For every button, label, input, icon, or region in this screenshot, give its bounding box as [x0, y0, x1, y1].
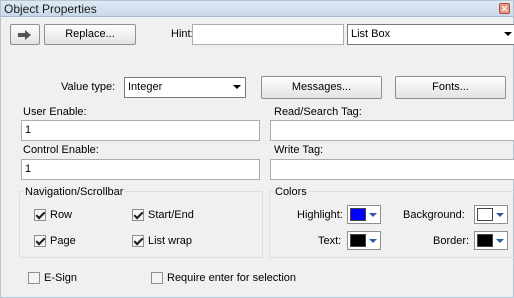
- page-label: Page: [50, 235, 76, 247]
- chevron-down-icon: [369, 213, 377, 217]
- border-label: Border:: [433, 235, 470, 247]
- list-wrap-checkbox[interactable]: [132, 235, 144, 247]
- control-enable-label: Control Enable:: [23, 144, 99, 156]
- messages-button[interactable]: Messages...: [261, 76, 382, 99]
- close-icon[interactable]: [499, 3, 510, 14]
- hint-field[interactable]: [192, 24, 344, 45]
- object-type-select[interactable]: List Box: [347, 24, 514, 45]
- chevron-down-icon: [233, 85, 241, 89]
- require-enter-checkbox[interactable]: [151, 272, 163, 284]
- object-properties-dialog: Object Properties Replace... Hint: List …: [0, 0, 514, 298]
- text-color-picker[interactable]: [347, 231, 381, 250]
- fonts-button[interactable]: Fonts...: [395, 76, 506, 99]
- arrow-right-icon: [18, 30, 31, 40]
- background-swatch: [477, 208, 493, 221]
- row-label: Row: [50, 209, 73, 221]
- text-swatch: [350, 234, 366, 247]
- write-tag-label: Write Tag:: [274, 144, 324, 156]
- highlight-swatch: [350, 208, 366, 221]
- chevron-down-icon: [369, 239, 377, 243]
- title-bar: Object Properties: [1, 1, 513, 17]
- value-type-select[interactable]: Integer: [124, 77, 246, 98]
- require-enter-label: Require enter for selection: [167, 272, 297, 284]
- chevron-down-icon: [496, 239, 504, 243]
- list-wrap-label: List wrap: [148, 235, 193, 247]
- value-type-value: Integer: [128, 81, 163, 93]
- highlight-label: Highlight:: [297, 209, 343, 221]
- colors-group-label: Colors: [273, 186, 309, 198]
- chevron-down-icon: [504, 32, 512, 36]
- border-swatch: [477, 234, 493, 247]
- read-search-tag-field[interactable]: [270, 120, 514, 141]
- esign-checkbox[interactable]: [28, 272, 40, 284]
- hint-label: Hint:: [171, 28, 194, 40]
- highlight-color-picker[interactable]: [347, 205, 381, 224]
- user-enable-label: User Enable:: [23, 106, 87, 118]
- navigation-group: [19, 191, 263, 258]
- control-enable-field[interactable]: 1: [21, 159, 260, 180]
- object-type-value: List Box: [351, 28, 391, 40]
- text-color-label: Text:: [318, 235, 342, 247]
- read-search-tag-label: Read/Search Tag:: [274, 106, 362, 118]
- write-tag-field[interactable]: [270, 159, 514, 180]
- dialog-title: Object Properties: [4, 2, 97, 16]
- background-color-picker[interactable]: [474, 205, 508, 224]
- user-enable-field[interactable]: 1: [21, 120, 260, 141]
- start-end-checkbox[interactable]: [132, 209, 144, 221]
- navigation-group-label: Navigation/Scrollbar: [23, 186, 126, 198]
- arrow-icon-button[interactable]: [10, 24, 40, 45]
- replace-button[interactable]: Replace...: [44, 24, 136, 45]
- esign-label: E-Sign: [44, 272, 78, 284]
- page-checkbox[interactable]: [34, 235, 46, 247]
- row-checkbox[interactable]: [34, 209, 46, 221]
- value-type-label: Value type:: [61, 81, 116, 93]
- chevron-down-icon: [496, 213, 504, 217]
- start-end-label: Start/End: [148, 209, 194, 221]
- border-color-picker[interactable]: [474, 231, 508, 250]
- background-label: Background:: [403, 209, 465, 221]
